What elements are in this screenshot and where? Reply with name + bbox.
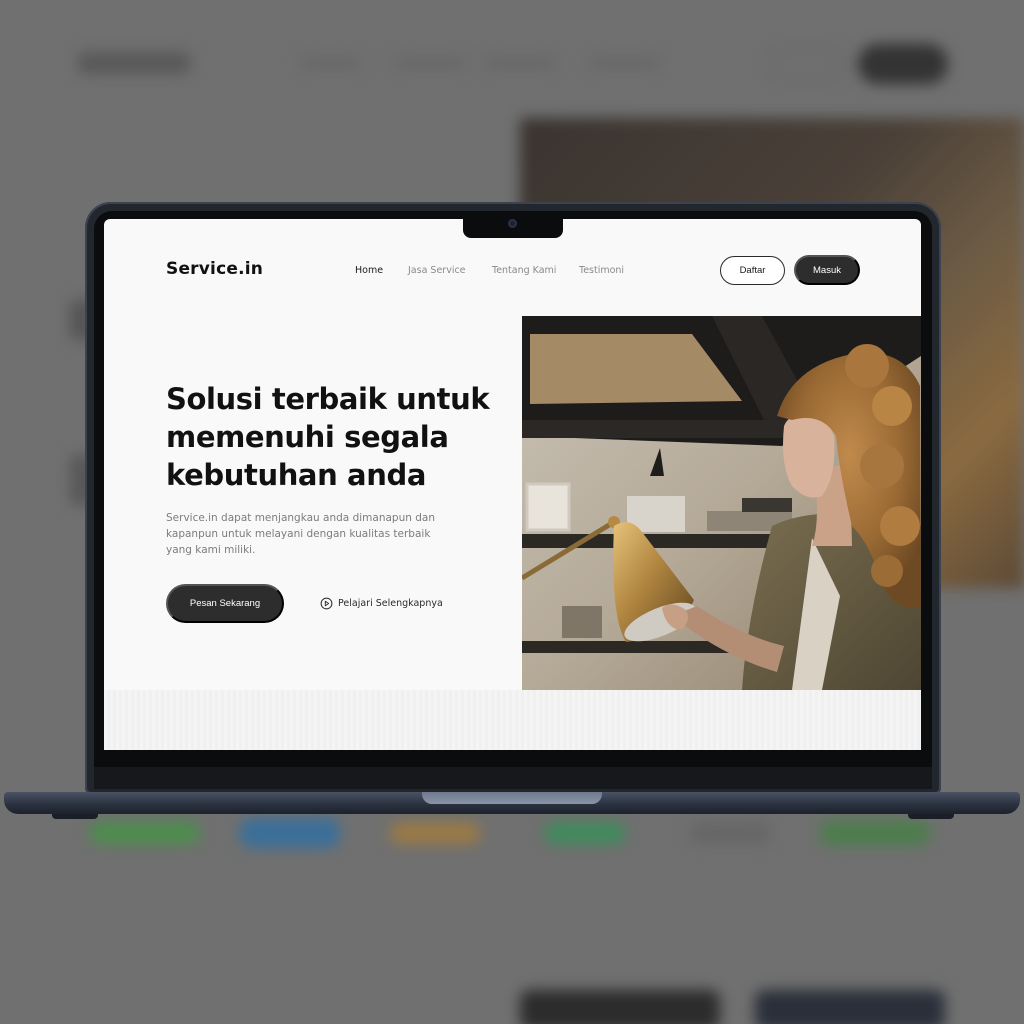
laptop-hinge-notch [422,792,602,804]
hero-description-line: yang kami miliki. [166,544,256,556]
hero-photo-illustration [522,316,921,690]
blurred-button [770,48,840,80]
blurred-nav-item [300,58,360,68]
learn-more-label: Pelajari Selengkapnya [338,598,443,609]
hero-description-line: Service.in dapat menjangkau anda dimanap… [166,512,435,524]
blurred-logo-chip [690,822,770,844]
blurred-logo-chip [90,822,200,844]
laptop-lower-bezel [94,767,932,789]
laptop-foot [52,814,98,819]
blurred-card [755,990,945,1024]
nav-item-testimoni[interactable]: Testimoni [579,265,624,276]
camera-icon [508,219,517,228]
learn-more-link[interactable]: Pelajari Selengkapnya [320,597,443,610]
login-button[interactable]: Masuk [794,255,860,285]
hero-description-line: kapanpun untuk melayani dengan kualitas … [166,528,431,540]
blurred-nav-item [485,58,555,68]
blurred-logo-chip [240,818,340,848]
hero-headline-line: kebutuhan anda [166,458,426,492]
hero-headline-line: memenuhi segala [166,420,449,454]
blurred-logo-chip [545,822,625,844]
blurred-logo-chip [390,822,480,844]
hero-headline-line: Solusi terbaik untuk [166,382,490,416]
blurred-button [858,44,948,84]
blurred-nav-item [395,58,465,68]
nav-item-jasa-service[interactable]: Jasa Service [408,265,466,276]
laptop-foot [908,814,954,819]
play-circle-icon [320,597,333,610]
order-now-button[interactable]: Pesan Sekarang [166,584,284,623]
next-section-strip [104,690,921,750]
nav-item-home[interactable]: Home [355,265,383,276]
blurred-card [520,990,720,1024]
blurred-nav-item [590,58,660,68]
hero-description: Service.in dapat menjangkau anda dimanap… [166,510,456,558]
hero-headline: Solusi terbaik untuk memenuhi segala keb… [166,380,506,494]
blurred-logo-chip [820,820,930,846]
nav-item-tentang-kami[interactable]: Tentang Kami [492,265,556,276]
register-button[interactable]: Daftar [720,256,785,285]
brand-logo[interactable]: Service.in [166,259,263,279]
laptop-screen: Service.in Home Jasa Service Tentang Kam… [104,219,921,750]
hero-image [522,316,921,690]
blurred-logo [78,52,190,74]
